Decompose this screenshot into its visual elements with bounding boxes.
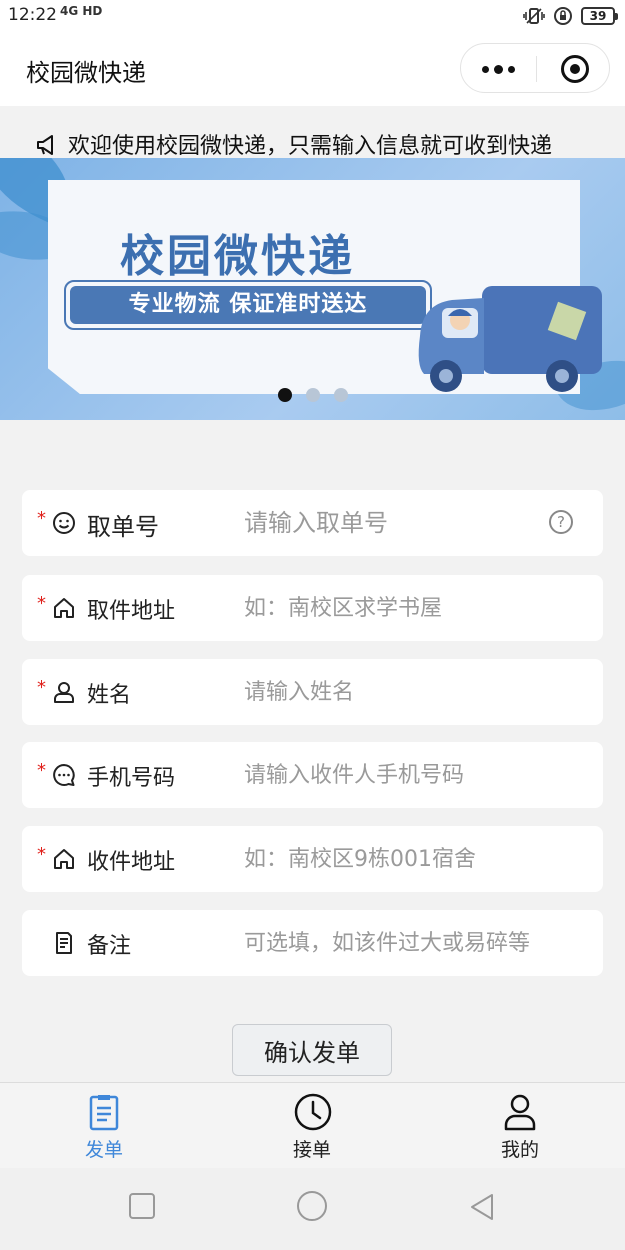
page-title: 校园微快递 — [26, 59, 146, 87]
field-label: 收件地址 — [87, 850, 176, 875]
pickup-address-input[interactable] — [244, 589, 554, 627]
required-mark: * — [37, 593, 46, 614]
back-icon[interactable] — [468, 1192, 496, 1222]
rotation-lock-icon — [554, 7, 572, 25]
name-input[interactable] — [244, 673, 554, 711]
help-icon[interactable]: ? — [549, 510, 573, 534]
home-icon — [54, 849, 74, 869]
carousel-dot[interactable] — [278, 388, 292, 402]
megaphone-icon — [37, 135, 53, 155]
smiley-icon — [53, 512, 75, 534]
form-row-name: * 姓名 — [22, 659, 603, 725]
carousel-dot[interactable] — [334, 388, 348, 402]
form-row-delivery-address: * 收件地址 — [22, 826, 603, 892]
signal-indicator: 4G HD — [60, 4, 103, 18]
field-label: 取件地址 — [87, 599, 176, 624]
title-bar: 校园微快递 — [0, 34, 625, 106]
battery-indicator: 39 — [581, 7, 618, 25]
notice-bar: 欢迎使用校园微快递，只需输入信息就可收到快递 — [0, 106, 625, 158]
document-icon — [56, 932, 72, 954]
form-row-remark: 备注 — [22, 910, 603, 976]
person-icon — [504, 1094, 536, 1131]
banner-carousel[interactable]: 校园微快递 专业物流 保证准时送达 — [0, 158, 625, 420]
tab-mine[interactable]: 我的 — [450, 1083, 590, 1169]
field-label: 姓名 — [87, 683, 132, 708]
capsule-divider — [536, 56, 537, 82]
delivery-truck-illustration — [418, 286, 602, 392]
required-mark: * — [37, 677, 46, 698]
status-icons: 39 — [523, 6, 618, 26]
required-mark: * — [37, 760, 46, 781]
menu-capsule — [460, 43, 610, 93]
delivery-address-input[interactable] — [244, 840, 554, 878]
banner-subtitle: 专业物流 保证准时送达 — [70, 286, 426, 324]
system-nav-bar — [0, 1168, 625, 1250]
tab-label: 发单 — [84, 1139, 123, 1161]
clipboard-icon — [89, 1095, 119, 1131]
required-mark: * — [37, 844, 46, 865]
tab-take-order[interactable]: 接单 — [242, 1083, 382, 1169]
field-label: 手机号码 — [87, 766, 176, 791]
chat-bubble-icon — [53, 764, 75, 786]
recent-apps-icon[interactable] — [128, 1192, 156, 1220]
form-row-pickup-address: * 取件地址 — [22, 575, 603, 641]
vibrate-icon — [523, 8, 545, 24]
banner-title: 校园微快递 — [120, 231, 355, 282]
field-label: 备注 — [87, 934, 132, 959]
form-row-pickup-code: * 取单号 ? — [22, 490, 603, 556]
form-row-phone: * 手机号码 — [22, 742, 603, 808]
confirm-order-button[interactable]: 确认发单 — [232, 1024, 392, 1076]
carousel-indicators — [278, 388, 348, 402]
status-bar: 12:22 4G HD 39 — [0, 0, 625, 34]
pickup-code-input[interactable] — [244, 504, 554, 542]
bottom-tab-bar: 发单 接单 我的 — [0, 1082, 625, 1168]
status-time: 12:22 — [8, 5, 57, 25]
tab-send-order[interactable]: 发单 — [34, 1083, 174, 1169]
field-label: 取单号 — [87, 513, 159, 541]
tab-label: 接单 — [292, 1139, 331, 1161]
required-mark: * — [37, 508, 46, 529]
tab-label: 我的 — [500, 1139, 539, 1161]
home-icon — [54, 598, 74, 618]
notice-text: 欢迎使用校园微快递，只需输入信息就可收到快递 — [68, 134, 553, 158]
more-dots-icon[interactable] — [461, 44, 536, 94]
user-icon — [54, 682, 74, 703]
home-button-icon[interactable] — [296, 1190, 328, 1222]
target-circle-icon[interactable] — [561, 55, 589, 83]
carousel-dot[interactable] — [306, 388, 320, 402]
clock-icon — [294, 1093, 332, 1131]
phone-input[interactable] — [244, 756, 554, 794]
remark-input[interactable] — [244, 924, 584, 962]
